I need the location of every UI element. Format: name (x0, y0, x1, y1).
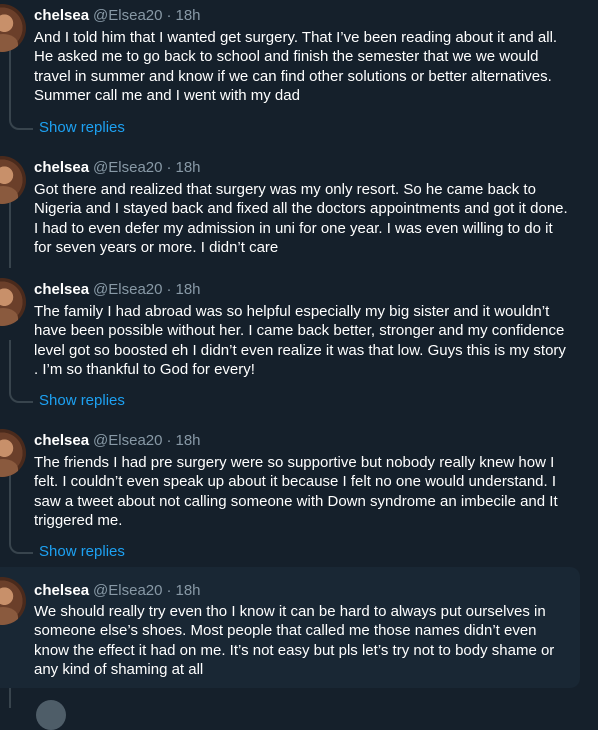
show-replies-link[interactable]: Show replies (0, 391, 200, 421)
tweet[interactable]: chelsea @Elsea20 · 18h The friends I had pr… (0, 425, 580, 535)
thread-connector (9, 118, 33, 130)
tweet-header: chelsea @Elsea20 · 18h (34, 581, 201, 601)
separator-dot: · (166, 281, 172, 298)
author-name[interactable]: chelsea (34, 582, 89, 599)
tweet-thread: chelsea @Elsea20 · 18h And I told him that … (0, 0, 598, 730)
author-name[interactable]: chelsea (34, 281, 89, 298)
author-name[interactable]: chelsea (34, 432, 89, 449)
show-replies-label[interactable]: Show replies (39, 542, 125, 562)
author-handle[interactable]: @Elsea20 (93, 7, 162, 24)
timestamp[interactable]: 18h (175, 582, 200, 599)
timestamp[interactable]: 18h (175, 281, 200, 298)
show-replies-label[interactable]: Show replies (39, 391, 125, 411)
avatar[interactable] (0, 577, 26, 625)
next-tweet-avatar[interactable] (36, 700, 66, 730)
tweet-text: The family I had abroad was so helpful e… (34, 303, 566, 378)
author-handle[interactable]: @Elsea20 (93, 281, 162, 298)
author-name[interactable]: chelsea (34, 159, 89, 176)
author-handle[interactable]: @Elsea20 (93, 582, 162, 599)
author-handle[interactable]: @Elsea20 (93, 432, 162, 449)
tweet-highlighted[interactable]: chelsea @Elsea20 · 18h We should really try… (0, 567, 580, 688)
tweet-text: And I told him that I wanted get surgery… (34, 29, 558, 104)
timestamp[interactable]: 18h (175, 7, 200, 24)
separator-dot: · (166, 582, 172, 599)
avatar[interactable] (0, 156, 26, 204)
tweet-header: chelsea @Elsea20 · 18h (34, 431, 201, 451)
show-replies-link[interactable]: Show replies (0, 118, 200, 148)
separator-dot: · (166, 432, 172, 449)
tweet-header: chelsea @Elsea20 · 18h (34, 158, 201, 178)
tweet-text: We should really try even tho I know it … (34, 603, 555, 678)
avatar[interactable] (0, 4, 26, 52)
avatar[interactable] (0, 278, 26, 326)
thread-connector (9, 391, 33, 403)
tweet-text: The friends I had pre surgery were so su… (34, 454, 558, 529)
separator-dot: · (166, 7, 172, 24)
tweet-header: chelsea @Elsea20 · 18h (34, 6, 201, 26)
tweet[interactable]: chelsea @Elsea20 · 18h The family I had abr… (0, 274, 580, 382)
tweet-header: chelsea @Elsea20 · 18h (34, 280, 201, 300)
show-replies-label[interactable]: Show replies (39, 118, 125, 138)
author-handle[interactable]: @Elsea20 (93, 159, 162, 176)
author-name[interactable]: chelsea (34, 7, 89, 24)
tweet-text: Got there and realized that surgery was … (34, 181, 568, 256)
tweet[interactable]: chelsea @Elsea20 · 18h And I told him that … (0, 0, 580, 110)
thread-connector (9, 542, 33, 554)
timestamp[interactable]: 18h (175, 432, 200, 449)
timestamp[interactable]: 18h (175, 159, 200, 176)
separator-dot: · (166, 159, 172, 176)
avatar[interactable] (0, 429, 26, 477)
tweet[interactable]: chelsea @Elsea20 · 18h Got there and realiz… (0, 152, 580, 260)
